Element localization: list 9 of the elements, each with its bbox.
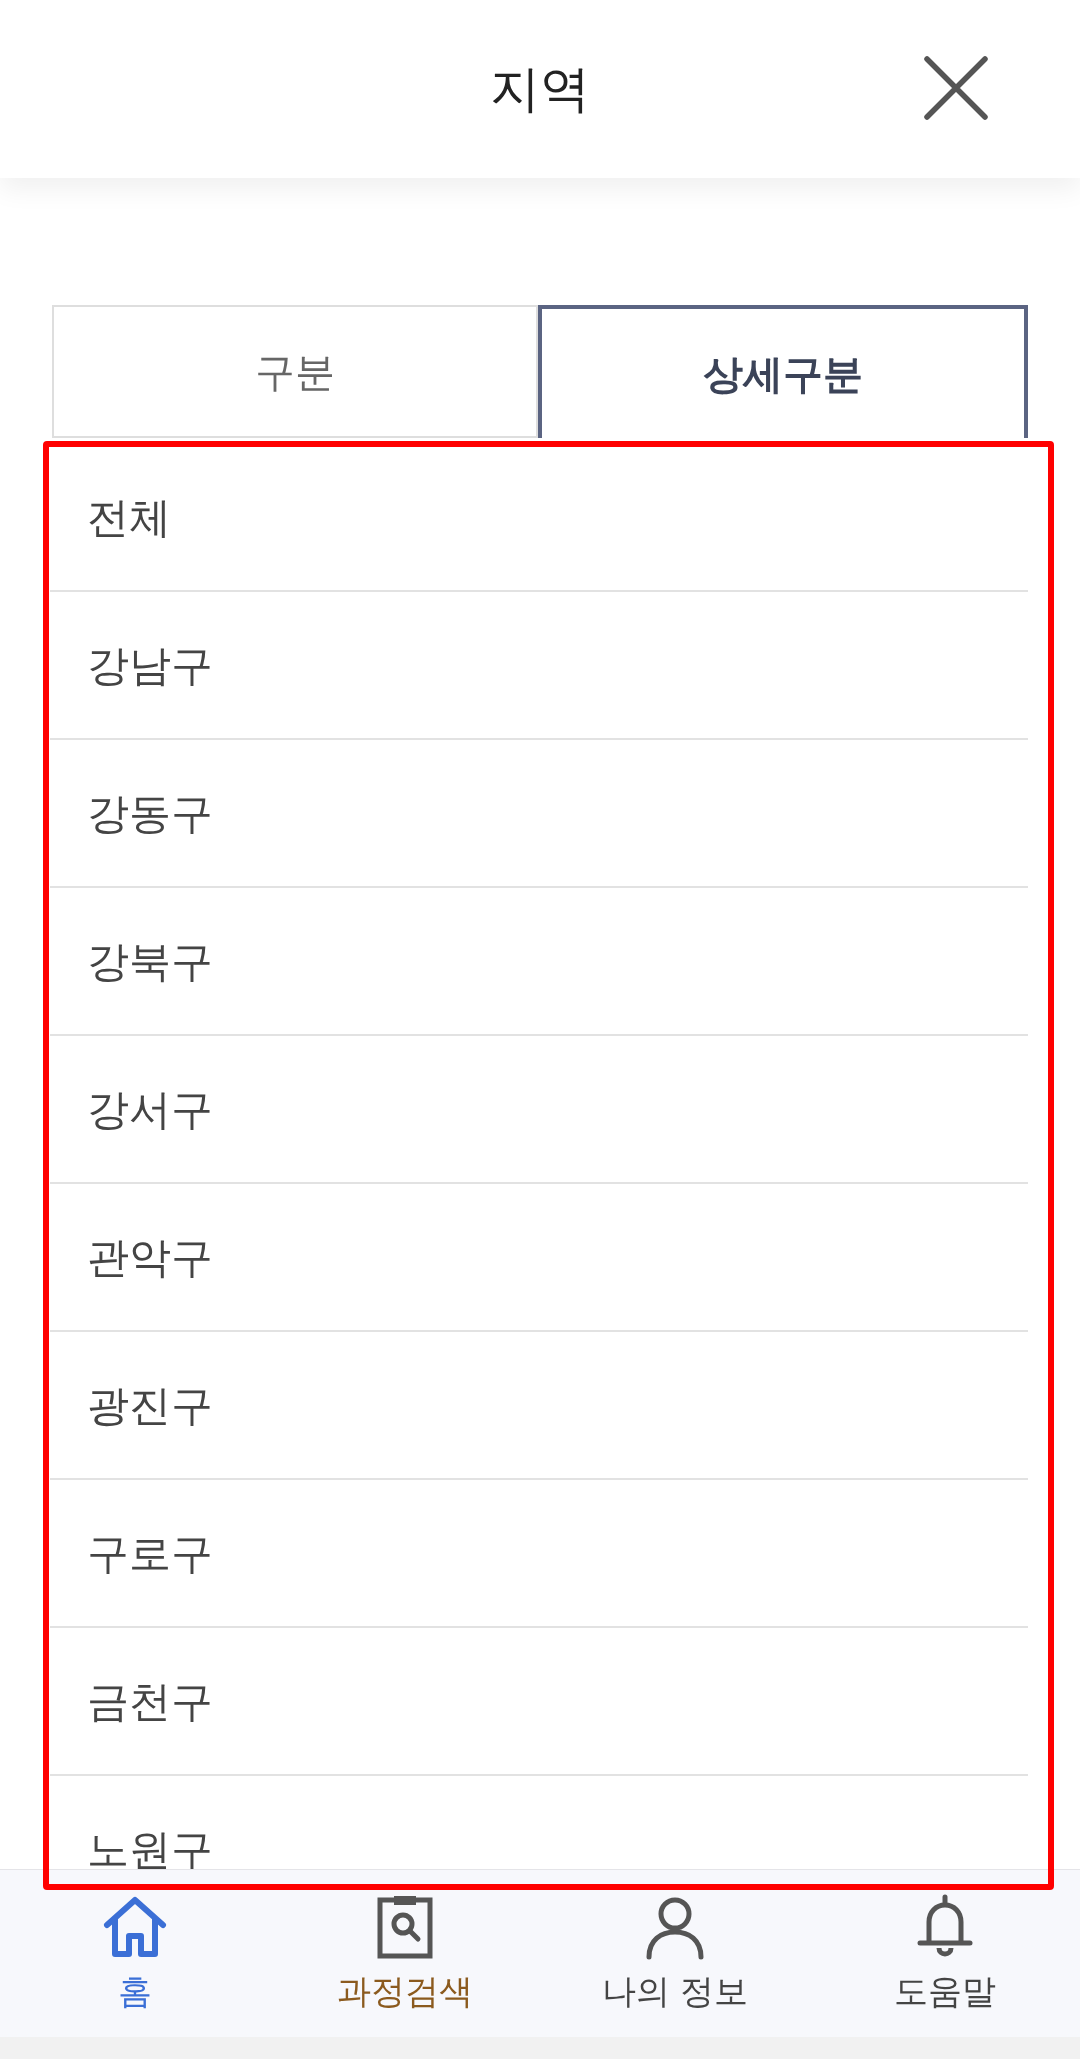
nav-tab[interactable]: 과정검색: [270, 1870, 540, 2037]
home-icon: [102, 1894, 168, 1960]
tab[interactable]: 구분: [52, 305, 538, 438]
page-title: 지역: [490, 64, 590, 114]
nav-tab[interactable]: 홈: [0, 1870, 270, 2037]
nav-tab[interactable]: 나의 정보: [540, 1870, 810, 2037]
nav-tab[interactable]: 도움말: [810, 1870, 1080, 2037]
tab[interactable]: 상세구분: [538, 305, 1028, 438]
close-icon: [923, 55, 989, 121]
